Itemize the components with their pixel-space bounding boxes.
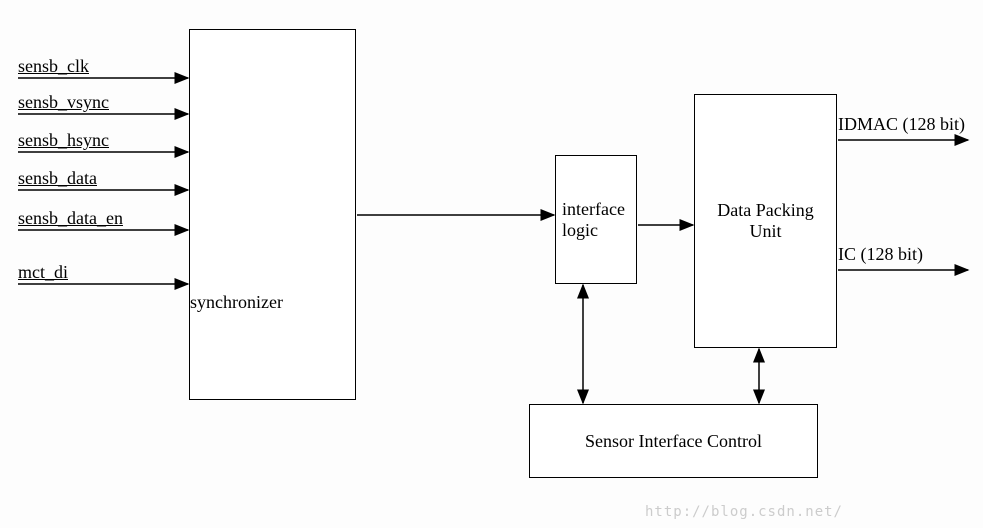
input-sensb-data: sensb_data [18,168,97,189]
block-sensor-interface-control-label: Sensor Interface Control [585,431,762,452]
input-sensb-hsync: sensb_hsync [18,130,109,151]
input-sensb-clk: sensb_clk [18,56,89,77]
block-data-packing-unit-label: Data Packing Unit [717,200,813,242]
block-synchronizer-label: synchronizer [190,292,283,313]
block-synchronizer: synchronizer [189,29,356,400]
input-sensb-vsync: sensb_vsync [18,92,109,113]
block-data-packing-unit: Data Packing Unit [694,94,837,348]
input-mct-di: mct_di [18,262,68,283]
output-idmac: IDMAC (128 bit) [838,114,965,135]
block-interface-logic: interface logic [555,155,637,284]
watermark: http://blog.csdn.net/ [645,504,843,520]
block-interface-logic-label: interface logic [562,199,625,241]
output-ic: IC (128 bit) [838,244,923,265]
block-sensor-interface-control: Sensor Interface Control [529,404,818,478]
input-sensb-data-en: sensb_data_en [18,208,123,229]
